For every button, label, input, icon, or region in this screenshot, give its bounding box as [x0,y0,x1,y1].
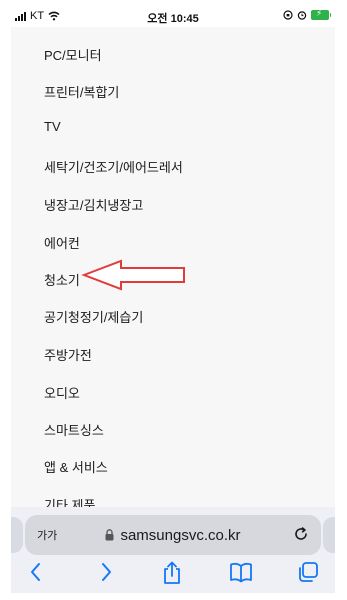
status-bar: KT 오전 10:45 ⚡ [11,5,335,27]
screenshot-frame: KT 오전 10:45 ⚡ PC/모니터 프린터/복합기 TV 세탁기/건조기/… [0,0,347,600]
next-tab-peek[interactable] [323,517,335,553]
orientation-lock-icon [283,10,293,20]
browser-bottom-bar: 가가 samsungsvc.co.kr [11,507,335,593]
address-bar[interactable]: 가가 samsungsvc.co.kr [25,515,321,555]
back-icon[interactable] [29,561,43,583]
browser-toolbar [11,559,335,589]
tabs-icon[interactable] [297,561,319,583]
status-right: ⚡ [283,8,331,20]
bookmarks-icon[interactable] [229,561,253,583]
phone-screen: KT 오전 10:45 ⚡ PC/모니터 프린터/복합기 TV 세탁기/건조기/… [11,5,335,593]
battery-icon: ⚡ [311,8,331,20]
alarm-icon [297,11,307,20]
annotation-arrow-icon [81,259,185,291]
url-text: samsungsvc.co.kr [120,526,241,544]
lock-icon [105,529,114,541]
forward-icon[interactable] [99,561,113,583]
url-display[interactable]: samsungsvc.co.kr [25,527,321,544]
previous-tab-peek[interactable] [11,517,23,553]
product-menu: PC/모니터 프린터/복합기 TV 세탁기/건조기/에어드레서 냉장고/김치냉장… [11,27,335,513]
share-icon[interactable] [162,561,182,585]
reload-icon[interactable] [293,526,309,542]
